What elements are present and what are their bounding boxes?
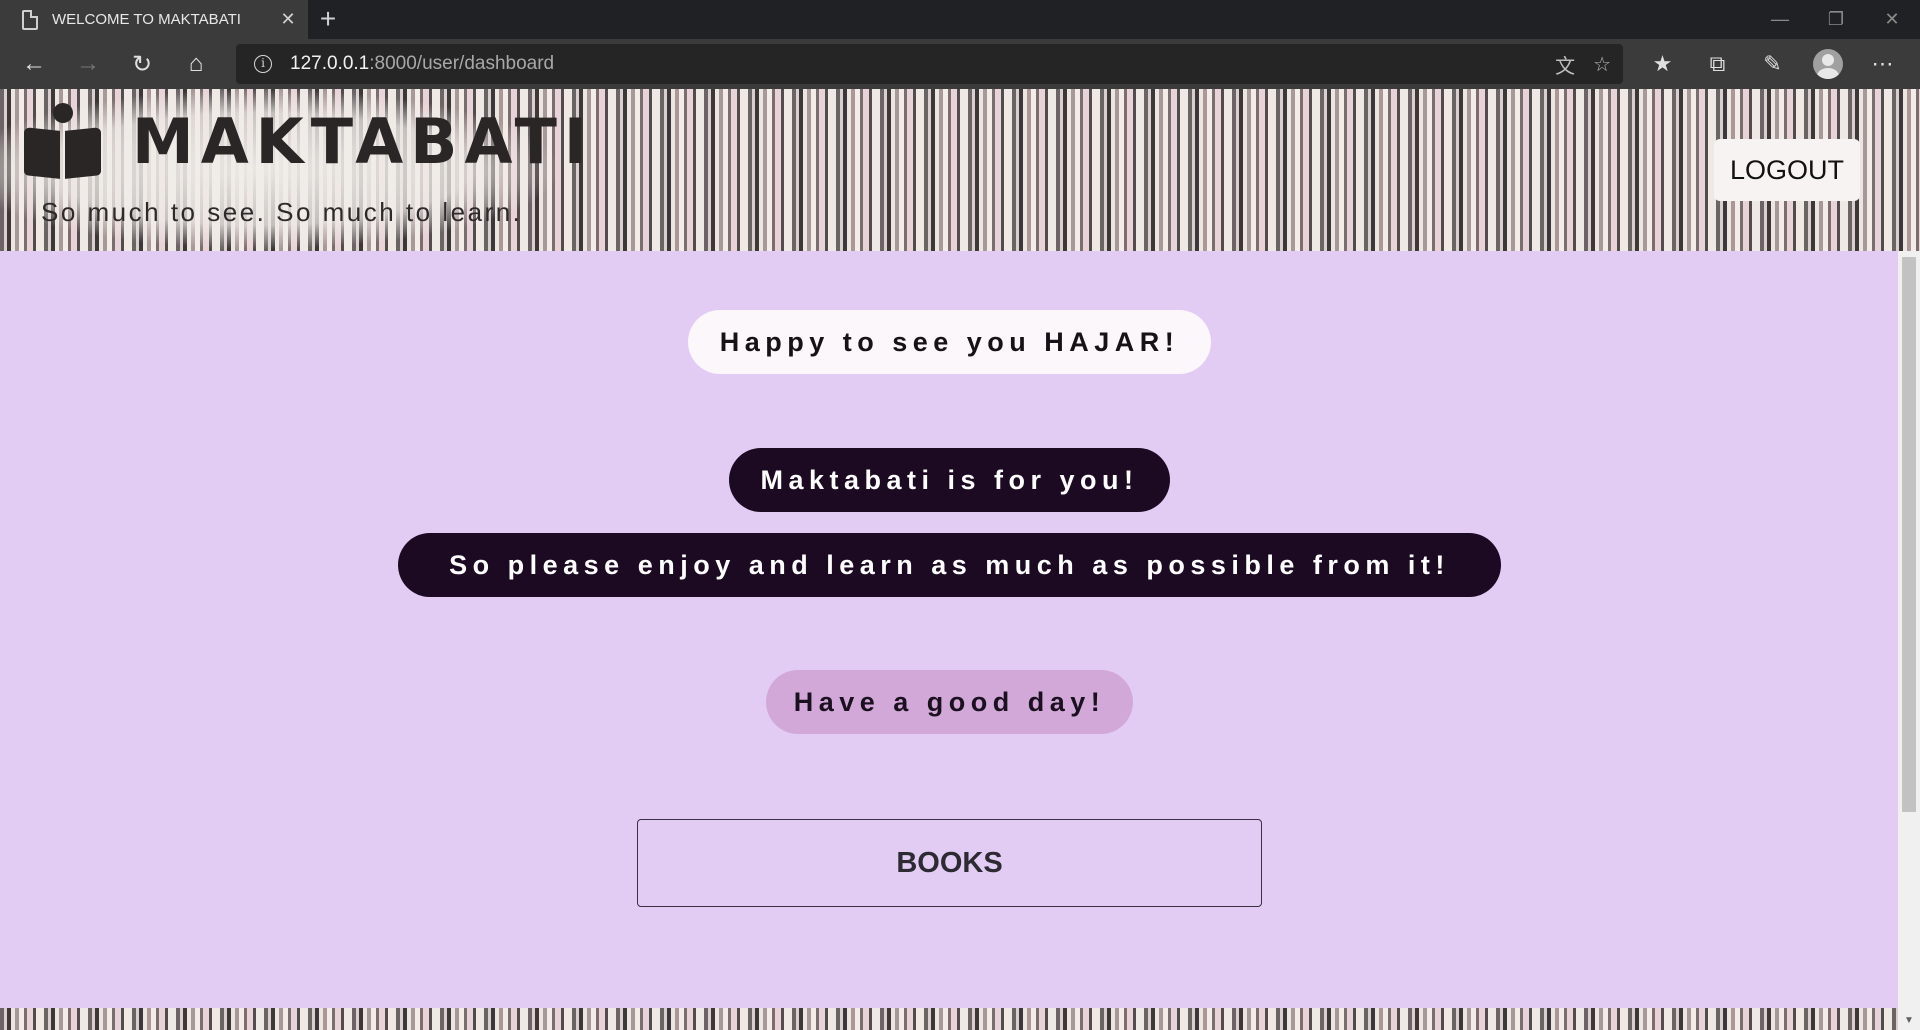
logo-head [53, 103, 73, 123]
page-icon [22, 9, 38, 30]
logo-book-left [24, 127, 60, 179]
reader-logo-icon [20, 99, 104, 183]
toolbar-right-icons: ★ ⧉ ✎ ⋯ [1635, 39, 1910, 89]
profile-button[interactable] [1800, 39, 1855, 89]
close-window-icon[interactable]: ✕ [1864, 0, 1920, 39]
window-controls: — ❐ ✕ [1752, 0, 1920, 39]
greeting-message: Happy to see you HAJAR! [688, 310, 1211, 374]
books-button[interactable]: BOOKS [637, 819, 1262, 907]
star-icon[interactable]: ☆ [1593, 52, 1611, 77]
header-banner: MAKTABATI So much to see. So much to lea… [0, 89, 1920, 251]
enjoy-message: So please enjoy and learn as much as pos… [398, 533, 1501, 597]
page-viewport: MAKTABATI So much to see. So much to lea… [0, 89, 1920, 1030]
collections-icon[interactable]: ⧉ [1690, 39, 1745, 89]
feedback-icon[interactable]: ✎ [1745, 39, 1800, 89]
scrollbar-thumb[interactable] [1902, 257, 1916, 812]
forward-arrow-icon[interactable]: → [66, 44, 110, 84]
favorites-list-icon[interactable]: ★ [1635, 39, 1690, 89]
welcome-message: Maktabati is for you! [729, 448, 1170, 512]
vertical-scrollbar[interactable]: ▼ [1898, 251, 1920, 1030]
new-tab-button[interactable]: + [312, 4, 344, 36]
home-icon[interactable]: ⌂ [174, 44, 218, 84]
brand[interactable]: MAKTABATI [20, 99, 594, 183]
site-info-icon[interactable]: i [254, 55, 272, 73]
brand-name: MAKTABATI [132, 104, 594, 178]
browser-tab[interactable]: WELCOME TO MAKTABATI ✕ [0, 0, 308, 39]
address-bar[interactable]: i 127.0.0.1 :8000/user/dashboard 文 ☆ [236, 44, 1623, 84]
scroll-down-icon[interactable]: ▼ [1898, 1012, 1920, 1030]
tagline: So much to see. So much to learn. [41, 197, 523, 227]
good-day-message: Have a good day! [766, 670, 1133, 734]
more-icon[interactable]: ⋯ [1855, 39, 1910, 89]
back-arrow-icon[interactable]: ← [12, 44, 56, 84]
tab-close-icon[interactable]: ✕ [268, 9, 308, 30]
tab-title: WELCOME TO MAKTABATI [52, 11, 241, 28]
refresh-icon[interactable]: ↻ [120, 44, 164, 84]
address-bar-icons: 文 ☆ [1555, 44, 1611, 84]
profile-icon [1812, 49, 1843, 79]
minimize-icon[interactable]: — [1752, 0, 1808, 39]
translate-icon[interactable]: 文 [1555, 50, 1575, 79]
footer-banner [0, 1008, 1898, 1030]
logout-button[interactable]: LOGOUT [1714, 139, 1860, 201]
browser-tabstrip: WELCOME TO MAKTABATI ✕ + — ❐ ✕ [0, 0, 1920, 39]
logo-book-right [65, 127, 101, 179]
url-path: :8000/user/dashboard [369, 53, 555, 74]
browser-toolbar: ← → ↻ ⌂ i 127.0.0.1 :8000/user/dashboard… [0, 39, 1920, 89]
dashboard-content: Happy to see you HAJAR! Maktabati is for… [0, 251, 1898, 1008]
restore-icon[interactable]: ❐ [1808, 0, 1864, 39]
url-host: 127.0.0.1 [290, 53, 370, 74]
